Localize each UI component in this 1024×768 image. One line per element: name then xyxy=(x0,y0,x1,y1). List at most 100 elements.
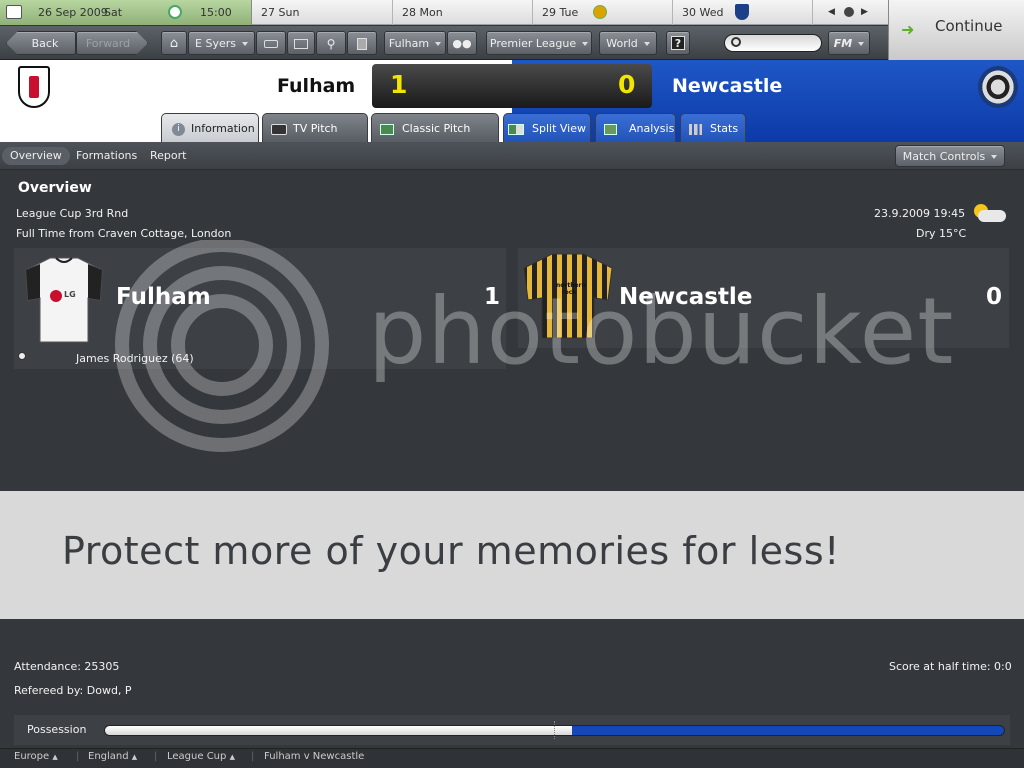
tab-information[interactable]: i Information xyxy=(161,113,259,142)
tab-split-view[interactable]: Split View xyxy=(503,113,591,142)
day-name: Sun xyxy=(278,6,300,19)
goal-ball-icon xyxy=(18,352,26,360)
calendar-icon xyxy=(6,5,22,19)
toolbar: Back Forward ⌂ E Syers ⚲ Fulham ●● Premi… xyxy=(0,26,1024,60)
day-name: Tue xyxy=(559,6,579,19)
calendar-day-27[interactable]: 27 Sun xyxy=(253,0,393,25)
home-button[interactable]: ⌂ xyxy=(161,31,187,55)
calendar-next-icon[interactable]: ▶ xyxy=(861,0,868,25)
analysis-icon xyxy=(604,123,617,135)
away-team-name[interactable]: Newcastle xyxy=(672,75,782,97)
away-team-score: 0 xyxy=(986,284,1003,310)
chevron-up-icon: ▲ xyxy=(131,753,138,761)
chevron-down-icon xyxy=(643,42,650,46)
info-icon: i xyxy=(172,122,185,136)
tab-analysis[interactable]: Analysis xyxy=(595,113,676,142)
calendar-today[interactable]: 26 Sep 2009 Sat 15:00 xyxy=(0,0,252,25)
calendar-day-28[interactable]: 28 Mon xyxy=(393,0,533,25)
binoculars-icon: ●● xyxy=(452,37,472,50)
tv-icon xyxy=(271,123,287,135)
inbox-icon xyxy=(264,40,278,48)
watermark-banner-text: Protect more of your memories for less! xyxy=(62,529,840,573)
subnav-report[interactable]: Report xyxy=(142,147,194,165)
notes-button[interactable] xyxy=(347,31,377,55)
attendance-text: Attendance: 25305 xyxy=(14,660,120,673)
manager-label: E Syers xyxy=(195,37,236,50)
notes-icon xyxy=(357,38,367,50)
breadcrumb-label: League Cup xyxy=(167,751,227,762)
back-label: Back xyxy=(31,37,59,50)
world-dropdown[interactable]: World xyxy=(599,31,657,55)
subnav-overview[interactable]: Overview xyxy=(2,147,70,165)
today-time: 15:00 xyxy=(200,6,232,19)
possession-label: Possession xyxy=(27,723,87,736)
search-icon xyxy=(731,37,741,47)
tab-classic-pitch-view[interactable]: Classic Pitch View xyxy=(371,113,499,164)
subnav-formations[interactable]: Formations xyxy=(68,147,145,165)
overview-title: Overview xyxy=(18,180,92,196)
chevron-down-icon xyxy=(435,42,442,46)
watermark-banner: Protect more of your memories for less! xyxy=(0,491,1024,619)
breadcrumb-separator: | xyxy=(154,751,158,762)
possession-home-fill xyxy=(105,726,573,735)
calendar-prev-icon[interactable]: ◀ xyxy=(828,0,835,25)
chevron-down-icon xyxy=(858,42,865,46)
breadcrumb-match[interactable]: Fulham v Newcastle xyxy=(264,751,364,762)
inbox-button[interactable] xyxy=(256,31,286,55)
fulham-shirt-icon[interactable]: LG xyxy=(24,256,104,344)
day-number: 29 xyxy=(542,6,556,19)
breadcrumb-separator: | xyxy=(251,751,255,762)
breadcrumb-england[interactable]: England ▲ xyxy=(88,751,137,762)
day-name: Mon xyxy=(419,6,443,19)
continue-label: Continue xyxy=(935,17,1003,35)
news-button[interactable] xyxy=(287,31,315,55)
away-score: 0 xyxy=(618,70,636,99)
today-date: 26 Sep 2009 xyxy=(38,6,108,19)
fm-menu-button[interactable]: FM xyxy=(828,31,870,55)
calendar-day-30[interactable]: 30 Wed xyxy=(673,0,813,25)
club-label: Fulham xyxy=(388,37,430,50)
chevron-up-icon: ▲ xyxy=(229,753,235,761)
calendar-day-29[interactable]: 29 Tue xyxy=(533,0,673,25)
half-time-score: Score at half time: 0:0 xyxy=(889,660,1012,673)
help-button[interactable]: ? xyxy=(666,31,690,55)
photobucket-watermark: photobucket xyxy=(100,240,953,460)
referee-text[interactable]: Refereed by: Dowd, P xyxy=(14,684,132,697)
fm-logo: FM xyxy=(833,37,853,50)
fulham-crest-icon[interactable] xyxy=(18,66,50,108)
forward-button[interactable]: Forward xyxy=(76,31,148,55)
pitch-icon xyxy=(380,123,394,135)
chevron-down-icon xyxy=(582,42,589,46)
competition-dropdown[interactable]: Premier League xyxy=(486,31,592,55)
home-team-name[interactable]: Fulham xyxy=(277,75,355,97)
club-dropdown[interactable]: Fulham xyxy=(384,31,446,55)
tab-tv-pitch-view[interactable]: TV Pitch View xyxy=(262,113,368,164)
day-number: 28 xyxy=(402,6,416,19)
manager-dropdown[interactable]: E Syers xyxy=(188,31,255,55)
match-datetime: 23.9.2009 19:45 xyxy=(874,207,966,220)
breadcrumb-league-cup[interactable]: League Cup ▲ xyxy=(167,751,235,762)
chevron-down-icon xyxy=(241,42,248,46)
scout-icon: ⚲ xyxy=(326,37,336,51)
scout-button[interactable]: ⚲ xyxy=(316,31,346,55)
search-box[interactable] xyxy=(724,34,822,52)
match-controls-dropdown[interactable]: Match Controls xyxy=(895,145,1005,167)
binoculars-button[interactable]: ●● xyxy=(447,31,477,55)
breadcrumb-europe[interactable]: Europe ▲ xyxy=(14,751,58,762)
continue-button[interactable]: ➜ Continue xyxy=(888,0,1024,60)
today-weekday: Sat xyxy=(104,6,123,19)
competition-round: League Cup 3rd Rnd xyxy=(16,207,129,220)
home-icon: ⌂ xyxy=(169,36,179,51)
tab-stats[interactable]: Stats xyxy=(680,113,746,142)
competition-label: Premier League xyxy=(489,37,577,50)
back-button[interactable]: Back xyxy=(6,31,76,55)
forward-label: Forward xyxy=(85,37,131,50)
breadcrumb-label: England xyxy=(88,751,129,762)
breadcrumb-separator: | xyxy=(76,751,80,762)
newcastle-crest-icon[interactable] xyxy=(978,66,1018,108)
calendar-today-dot-icon[interactable] xyxy=(844,7,854,17)
search-input[interactable] xyxy=(745,36,817,50)
chevron-down-icon xyxy=(991,155,998,159)
news-icon xyxy=(294,39,308,49)
tab-label: Split View xyxy=(532,122,586,135)
